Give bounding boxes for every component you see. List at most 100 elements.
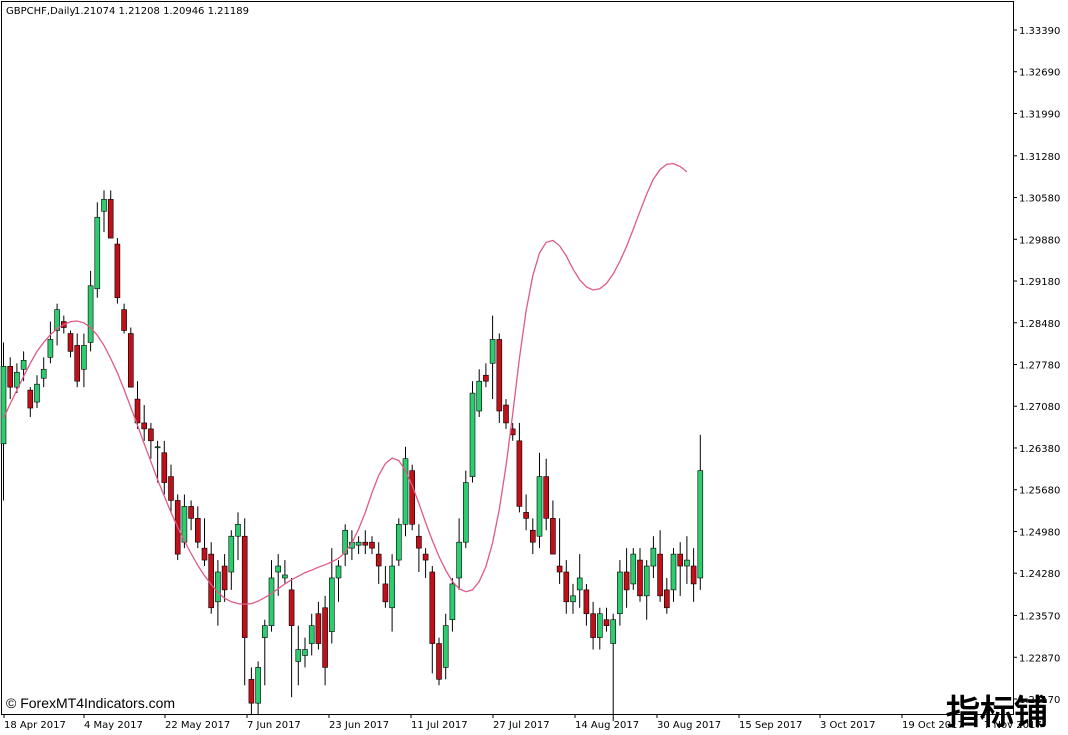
bull-candle-body: [670, 553, 677, 591]
time-tick-label: 23 Jun 2017: [329, 720, 389, 731]
price-axis: 1.33390 1.32690 1.31990 1.31280 1.30580 1.298…: [1013, 26, 1060, 706]
bear-candle-body: [288, 589, 295, 626]
bear-candle-body: [315, 613, 322, 644]
bull-candle-body: [335, 565, 342, 579]
bull-candle-body: [570, 595, 576, 603]
bull-candle-body: [630, 553, 637, 585]
bear-candle-body: [657, 553, 663, 597]
price-tick-label: 1.27780: [1019, 361, 1060, 372]
bull-candle-body: [40, 368, 47, 379]
time-tick-label: 15 Sep 2017: [739, 720, 802, 731]
bear-candle-body: [74, 345, 80, 382]
bear-candle-body: [208, 553, 214, 609]
bull-candle-body: [0, 365, 7, 445]
bull-candle-body: [154, 446, 161, 449]
price-tick-label: 1.32690: [1019, 68, 1060, 79]
bear-candle-body: [141, 422, 147, 430]
bear-candle-body: [637, 559, 643, 597]
bear-candle-body: [416, 535, 422, 549]
bull-candle-body: [14, 371, 20, 388]
bull-candle-body: [81, 345, 87, 370]
time-tick-label: 7 Jun 2017: [247, 720, 301, 731]
candle: [128, 327, 134, 388]
bear-candle-body: [195, 518, 201, 543]
bull-candle-body: [268, 577, 275, 626]
bear-candle-body: [114, 243, 121, 299]
time-axis: 18 Apr 2017 4 May 2017 22 May 2017 7 Jun 20…: [3, 714, 1042, 731]
bear-candle-body: [121, 309, 127, 331]
bull-candle-body: [355, 541, 362, 546]
time-tick-label: 22 May 2017: [165, 720, 230, 731]
bear-candle-body: [543, 476, 550, 519]
plot-frame: [1, 1, 1014, 715]
bull-candle-body: [469, 392, 476, 477]
bear-candle-body: [677, 553, 684, 567]
bull-candle-body: [697, 470, 704, 579]
bear-candle-body: [375, 553, 382, 567]
bull-candle-body: [308, 625, 315, 644]
watermark-text: 指标铺: [946, 693, 1048, 733]
bear-candle-body: [67, 333, 74, 352]
bull-candle-body: [235, 523, 241, 537]
bear-candle-body: [148, 428, 154, 442]
bull-candle-body: [650, 547, 657, 567]
bear-candle-body: [161, 452, 168, 483]
bear-candle-body: [107, 199, 114, 239]
bull-candle-body: [328, 577, 335, 632]
ohlc-readout: 1.21074 1.21208 1.20946 1.21189: [74, 6, 249, 17]
bull-candle-body: [94, 216, 101, 290]
candle: [436, 637, 442, 686]
bear-candle-body: [362, 541, 369, 546]
bear-candle-body: [429, 571, 436, 644]
candle: [395, 518, 402, 567]
price-tick-label: 1.24280: [1019, 569, 1060, 580]
candle: [630, 548, 637, 590]
price-tick-label: 1.33390: [1019, 26, 1060, 37]
copyright-label: © ForexMT4Indicators.com: [6, 695, 175, 711]
bull-candle-body: [215, 571, 221, 603]
bull-candle-body: [395, 523, 402, 561]
bear-candle-body: [523, 512, 529, 519]
bear-candle-body: [168, 476, 174, 501]
time-tick-label: 3 Oct 2017: [820, 720, 875, 731]
bear-candle-body: [7, 365, 13, 388]
time-tick-label: 27 Jul 2017: [493, 720, 550, 731]
bear-candle-body: [529, 529, 536, 543]
bear-candle-body: [663, 589, 670, 609]
bull-candle-body: [456, 541, 462, 579]
bear-candle-body: [201, 547, 208, 561]
bull-candle-body: [275, 565, 282, 573]
candle: [114, 238, 121, 304]
bear-candle-body: [409, 470, 416, 525]
bull-candle-body: [449, 583, 456, 620]
bull-candle-body: [389, 565, 395, 609]
bull-candle-body: [442, 625, 449, 668]
bull-candle-body: [282, 574, 288, 579]
price-tick-label: 1.23570: [1019, 612, 1060, 623]
candle: [409, 464, 416, 531]
candle: [469, 381, 476, 483]
bear-candle-body: [188, 506, 194, 519]
price-tick-label: 1.31280: [1019, 152, 1060, 163]
bull-candle-body: [536, 476, 543, 537]
bear-candle-body: [322, 607, 328, 668]
time-tick-label: 14 Aug 2017: [575, 720, 639, 731]
bull-candle-body: [489, 339, 496, 364]
bear-candle-body: [690, 565, 697, 585]
time-tick-label: 4 May 2017: [84, 720, 143, 731]
price-tick-label: 1.29880: [1019, 235, 1060, 246]
bear-candle-body: [556, 565, 563, 573]
bear-candle-body: [382, 583, 389, 603]
bull-candle-body: [684, 559, 690, 567]
bull-candle-body: [34, 383, 40, 403]
price-tick-label: 1.26380: [1019, 444, 1060, 455]
bull-candle-body: [302, 649, 308, 656]
price-tick-label: 1.29180: [1019, 277, 1060, 288]
time-tick-label: 30 Aug 2017: [657, 720, 721, 731]
candle: [496, 333, 503, 423]
price-tick-label: 1.25680: [1019, 486, 1060, 497]
price-tick-label: 1.27080: [1019, 402, 1060, 413]
price-tick-label: 1.24980: [1019, 527, 1060, 538]
bear-candle-body: [436, 643, 442, 680]
bear-candle-body: [27, 389, 34, 409]
